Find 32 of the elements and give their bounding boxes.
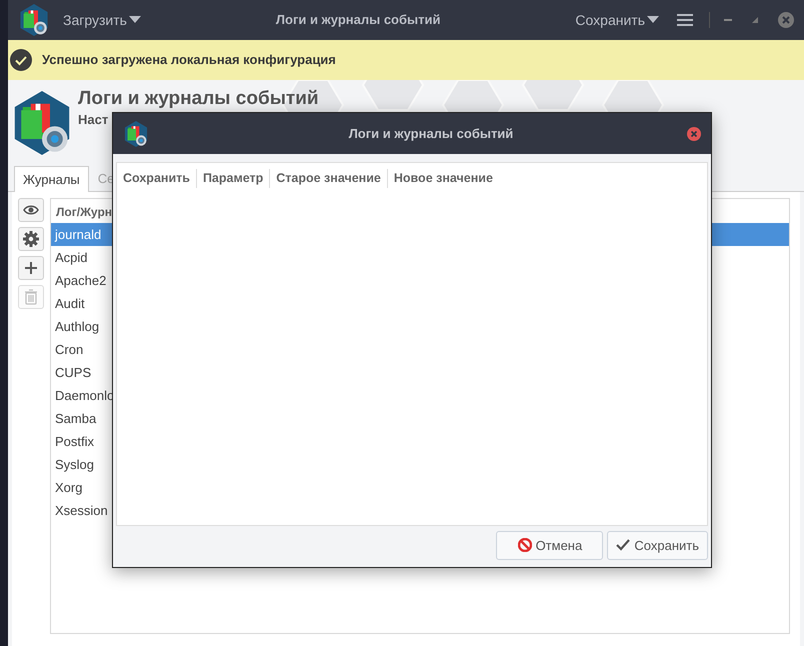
caret-icon xyxy=(647,16,659,24)
column-header: Параметр xyxy=(196,169,270,188)
plus-icon xyxy=(23,260,39,276)
tab[interactable]: Журналы xyxy=(14,166,89,192)
column-header: Сохранить xyxy=(123,170,191,187)
cancel-icon xyxy=(518,538,532,552)
add-button[interactable] xyxy=(18,256,44,280)
save-button[interactable]: Сохранить xyxy=(607,530,708,560)
cancel-button[interactable]: Отмена xyxy=(496,530,604,560)
dialog-title: Логи и журналы событий xyxy=(348,124,514,143)
app-icon xyxy=(18,4,50,36)
column-header: Новое значение xyxy=(386,169,499,188)
column-header: Лог/Журн xyxy=(55,204,114,221)
column-header: Старое значение xyxy=(269,169,387,188)
restore-icon[interactable] xyxy=(752,17,758,23)
check-icon xyxy=(616,538,630,552)
menu-icon[interactable] xyxy=(677,13,693,27)
close-icon[interactable] xyxy=(778,12,794,28)
view-button[interactable] xyxy=(18,198,44,222)
notification-text: Успешно загружена локальная конфигурация xyxy=(42,51,336,70)
settings-button[interactable] xyxy=(18,227,44,251)
page-subtitle: Наст xyxy=(78,110,110,129)
caret-icon xyxy=(128,16,141,24)
page-title: Логи и журналы событий xyxy=(78,88,319,110)
close-button[interactable] xyxy=(687,126,701,140)
trash-icon xyxy=(23,289,39,305)
gear-icon xyxy=(23,231,39,247)
save-menu[interactable]: Сохранить xyxy=(575,10,659,30)
window-title: Логи и журналы событий xyxy=(274,11,442,30)
load-menu[interactable]: Загрузить xyxy=(63,10,141,30)
close-icon xyxy=(687,126,701,140)
app-icon xyxy=(123,120,149,146)
